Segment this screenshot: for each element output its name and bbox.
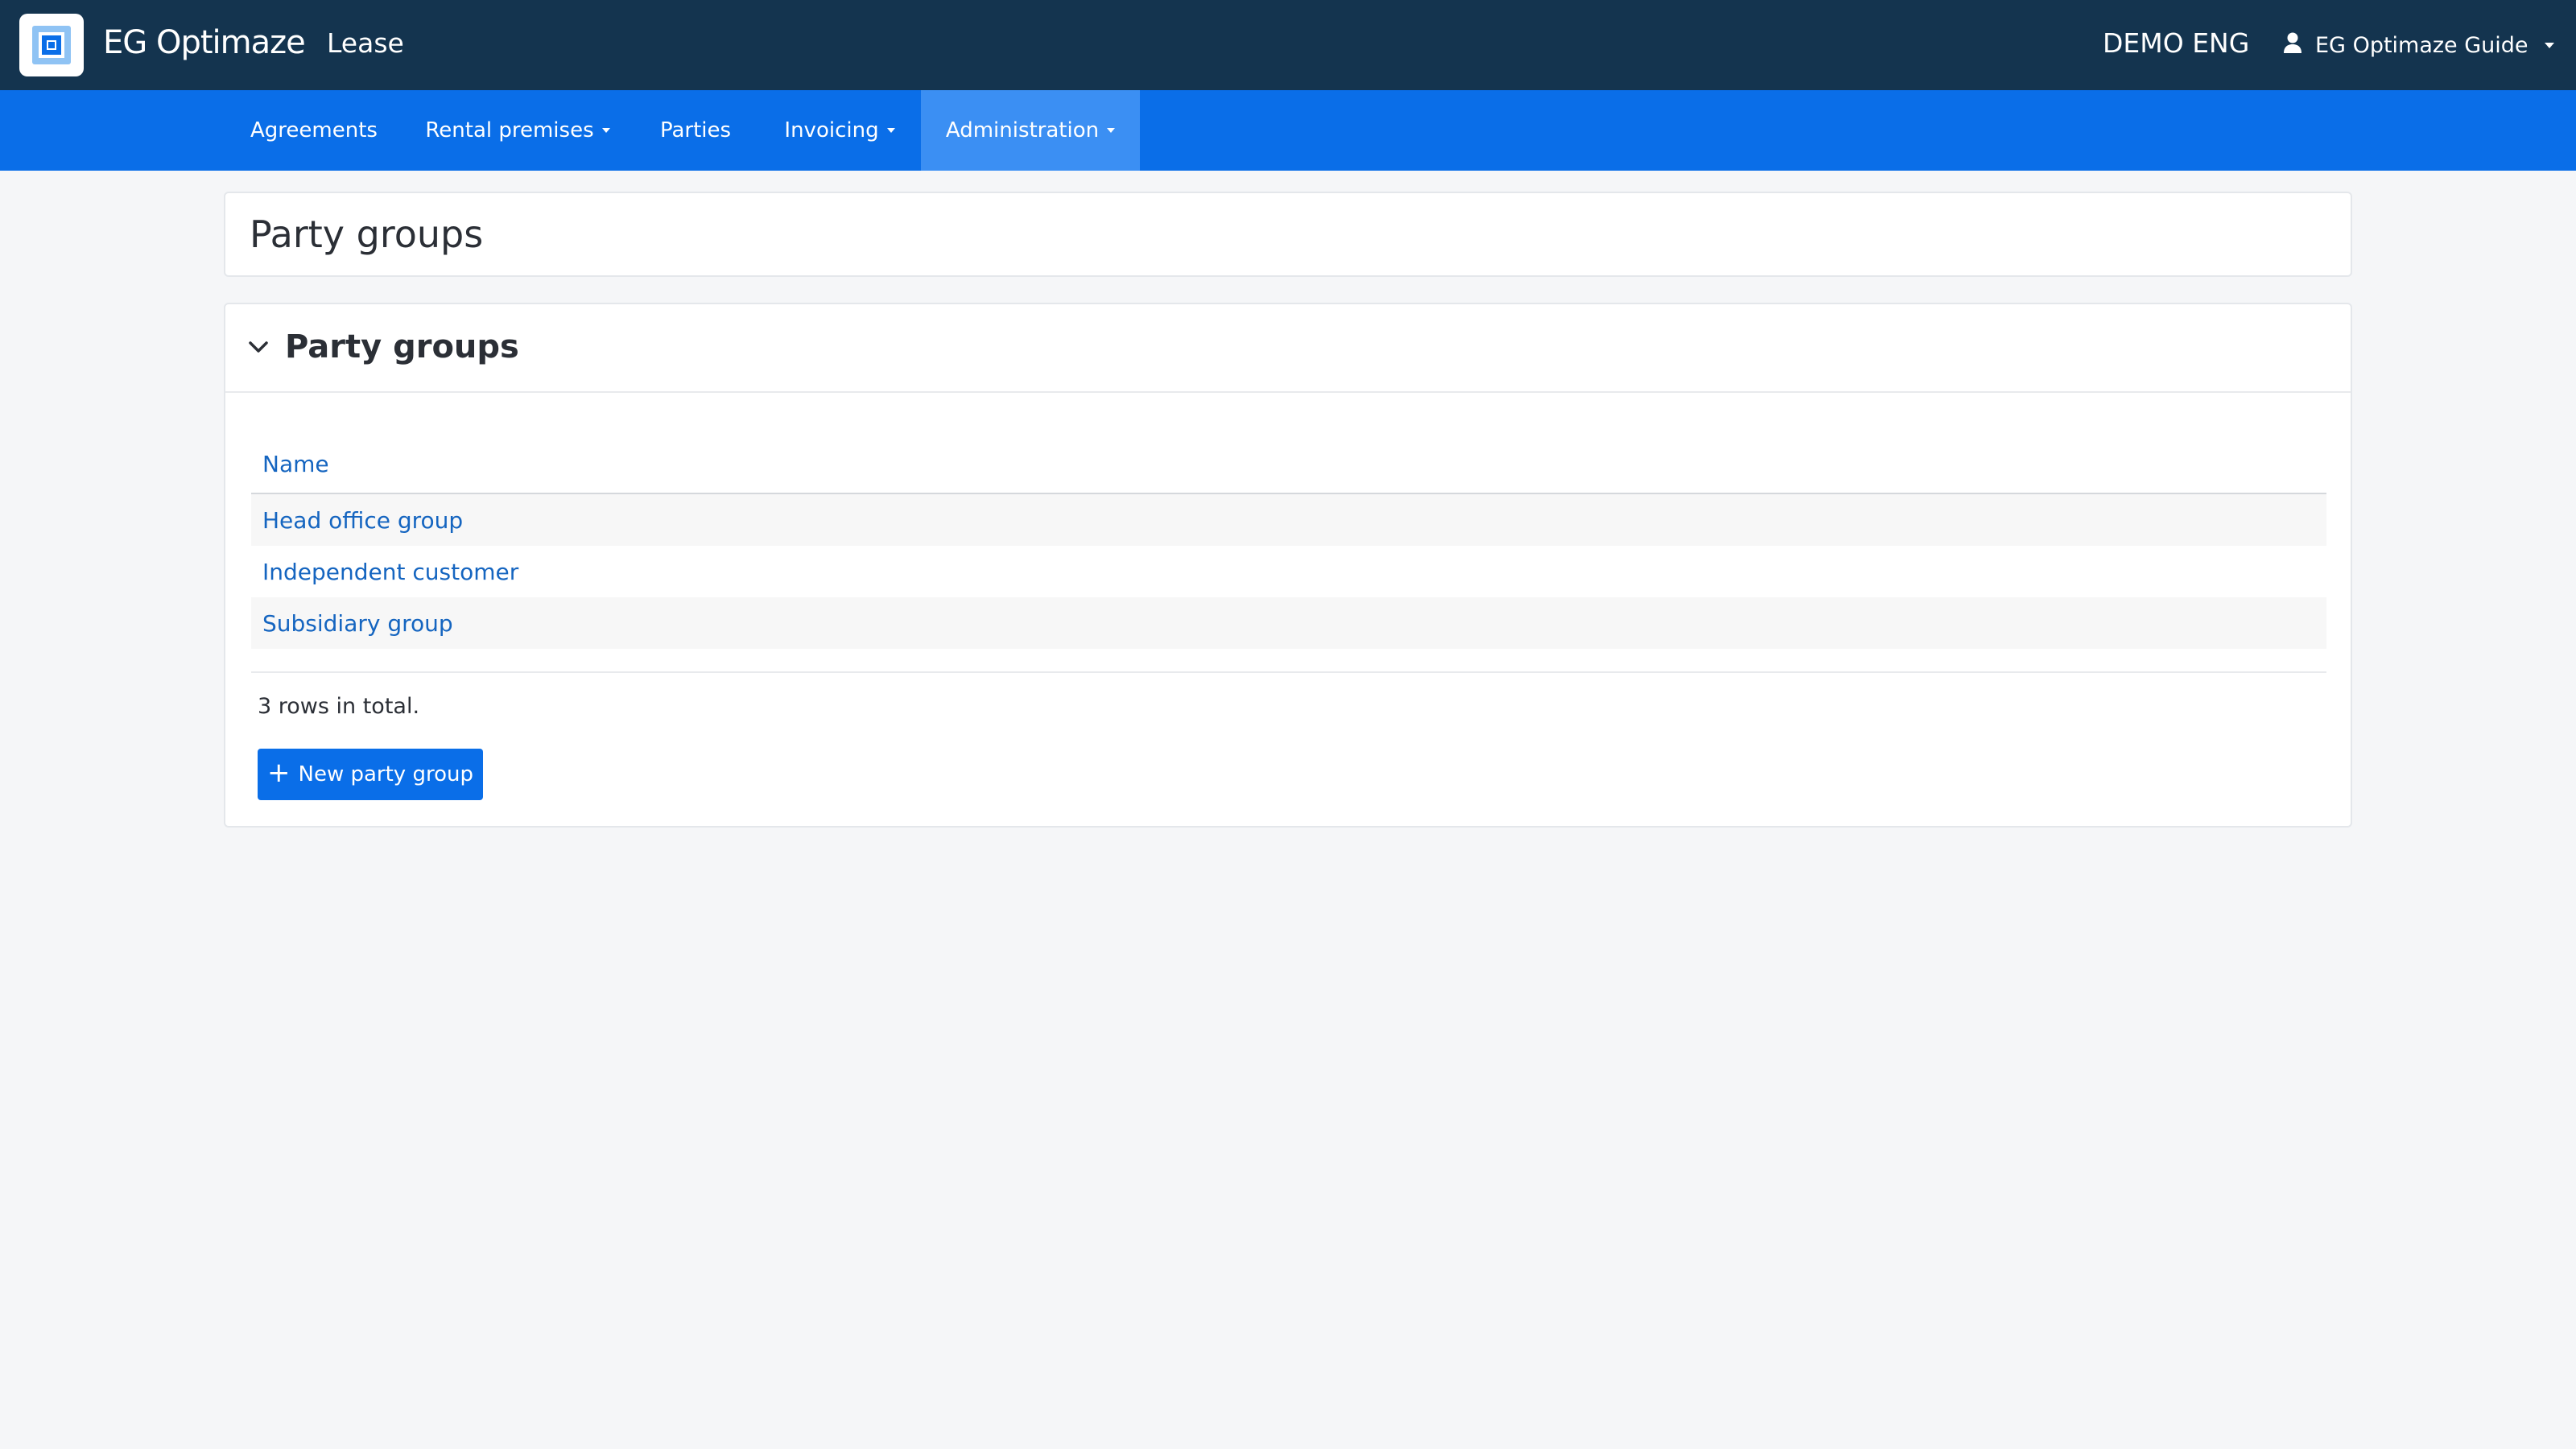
- table-header: Name: [251, 435, 2326, 494]
- nav-item-label: Agreements: [250, 118, 378, 142]
- table-row: Head office group: [251, 494, 2326, 546]
- module-name[interactable]: Lease: [327, 27, 404, 59]
- section-title: Party groups: [285, 328, 519, 365]
- rows-total-text: 3 rows in total.: [258, 694, 420, 719]
- nav-item-invoicing[interactable]: Invoicing: [758, 90, 921, 171]
- user-name: EG Optimaze Guide: [2315, 32, 2529, 58]
- nav-item-label: Rental premises: [425, 118, 594, 142]
- column-header-name[interactable]: Name: [262, 451, 329, 477]
- party-group-link[interactable]: Subsidiary group: [262, 610, 453, 637]
- nav-item-agreements[interactable]: Agreements: [225, 90, 402, 171]
- eg-logo-icon[interactable]: [19, 14, 84, 76]
- party-groups-panel: Party groups Name Head office group Inde…: [224, 303, 2352, 828]
- plus-icon: +: [267, 757, 291, 789]
- party-group-link[interactable]: Independent customer: [262, 559, 518, 585]
- table-row: Independent customer: [251, 546, 2326, 597]
- party-group-link[interactable]: Head office group: [262, 507, 463, 534]
- new-party-group-button[interactable]: + New party group: [258, 749, 483, 800]
- environment-name: DEMO ENG: [2103, 27, 2250, 59]
- table-footer-divider: [251, 671, 2326, 673]
- nav-item-label: Administration: [945, 118, 1100, 142]
- page-title: Party groups: [250, 213, 484, 256]
- user-menu[interactable]: EG Optimaze Guide: [2283, 29, 2554, 61]
- main-nav: Agreements Rental premises Parties Invoi…: [0, 90, 2576, 171]
- chevron-down-icon[interactable]: [248, 340, 269, 354]
- app-name: EG Optimaze: [103, 24, 306, 61]
- new-party-group-label: New party group: [298, 762, 473, 786]
- nav-item-label: Invoicing: [784, 118, 879, 142]
- nav-item-rental-premises[interactable]: Rental premises: [402, 90, 633, 171]
- page-title-panel: Party groups: [224, 192, 2352, 277]
- user-icon: [2283, 31, 2302, 60]
- party-groups-table: Name Head office group Independent custo…: [251, 435, 2326, 673]
- caret-down-icon: [2544, 42, 2554, 48]
- caret-down-icon: [1107, 128, 1116, 133]
- nav-item-parties[interactable]: Parties: [633, 90, 758, 171]
- nav-item-label: Parties: [659, 118, 732, 142]
- nav-item-administration[interactable]: Administration: [921, 90, 1140, 171]
- caret-down-icon: [886, 128, 895, 133]
- top-header: EG Optimaze Lease DEMO ENG EG Optimaze G…: [0, 0, 2576, 90]
- caret-down-icon: [601, 128, 610, 133]
- table-row: Subsidiary group: [251, 597, 2326, 649]
- section-header[interactable]: Party groups: [225, 304, 2351, 393]
